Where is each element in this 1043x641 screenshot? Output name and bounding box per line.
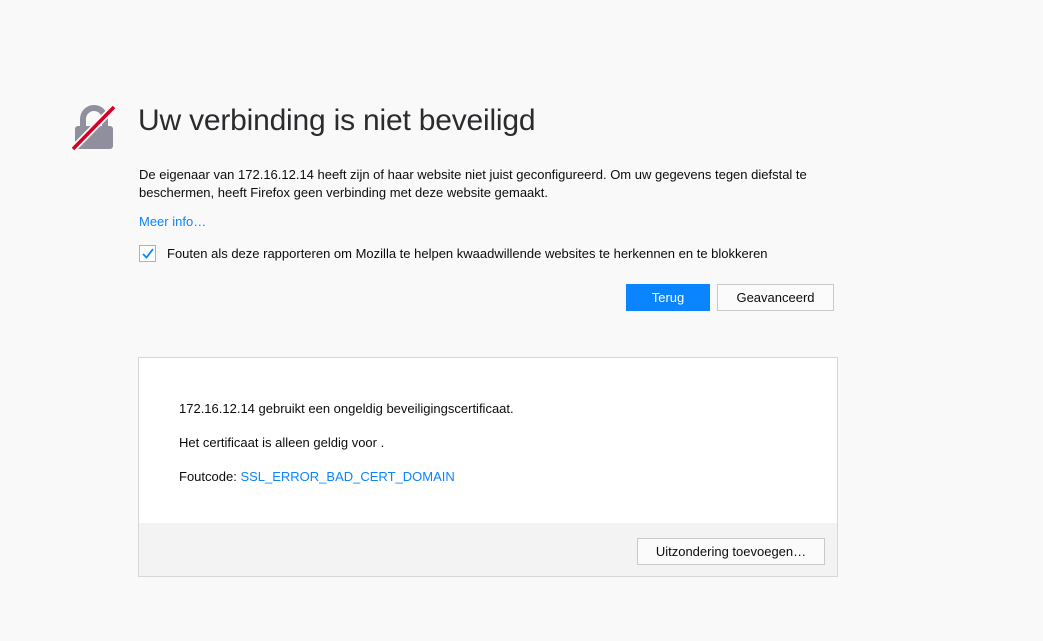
add-exception-button[interactable]: Uitzondering toevoegen… [637,538,825,565]
error-code-row: Foutcode: SSL_ERROR_BAD_CERT_DOMAIN [179,469,455,484]
report-errors-label: Fouten als deze rapporteren om Mozilla t… [167,246,768,261]
report-errors-checkbox[interactable] [139,245,156,262]
error-page: Uw verbinding is niet beveiligd De eigen… [0,0,1043,641]
page-title: Uw verbinding is niet beveiligd [138,104,536,137]
invalid-certificate-text: 172.16.12.14 gebruikt een ongeldig bevei… [179,401,514,416]
error-code-label: Foutcode: [179,469,241,484]
report-errors-row: Fouten als deze rapporteren om Mozilla t… [139,245,768,262]
more-info-link[interactable]: Meer info… [139,214,206,229]
certificate-valid-for-text: Het certificaat is alleen geldig voor . [179,435,385,450]
checkmark-icon [141,248,154,259]
error-description: De eigenaar van 172.16.12.14 heeft zijn … [139,167,807,200]
broken-lock-icon [70,104,118,152]
advanced-button[interactable]: Geavanceerd [717,284,834,311]
error-code-link[interactable]: SSL_ERROR_BAD_CERT_DOMAIN [240,469,454,484]
back-button[interactable]: Terug [626,284,710,311]
advanced-panel: 172.16.12.14 gebruikt een ongeldig bevei… [138,357,838,577]
